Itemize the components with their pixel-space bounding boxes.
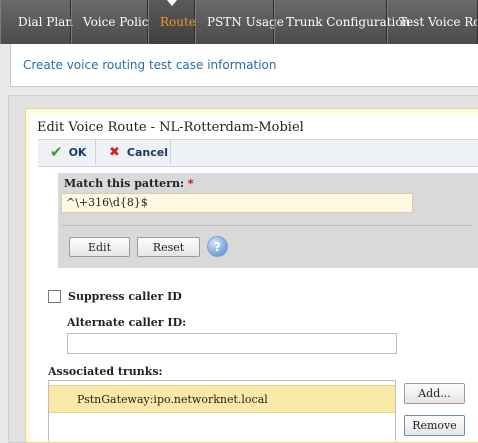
pattern-label: Match this pattern: * [64, 177, 194, 190]
ok-button[interactable]: ✔ OK [38, 140, 96, 164]
tab-voice-policy[interactable]: Voice Policy [71, 0, 155, 44]
remove-trunk-button[interactable]: Remove [404, 415, 465, 436]
dialog-title: Edit Voice Route - NL-Rotterdam-Mobiel [37, 120, 304, 135]
tab-trunk-configuration[interactable]: Trunk Configuration [274, 0, 410, 44]
tab-test-voice-routing[interactable]: Test Voice Routing [387, 0, 478, 44]
cancel-label: Cancel [126, 145, 168, 159]
cancel-button[interactable]: ✖ Cancel [97, 140, 171, 164]
add-trunk-button[interactable]: Add... [404, 383, 465, 404]
suppress-caller-id-label: Suppress caller ID [68, 290, 182, 303]
required-marker: * [187, 177, 194, 190]
create-test-case-link[interactable]: Create voice routing test case informati… [23, 58, 276, 72]
divider [62, 225, 472, 226]
alternate-caller-id-label: Alternate caller ID: [67, 316, 187, 329]
help-icon[interactable]: ? [207, 236, 228, 257]
tab-route[interactable]: Route [148, 0, 196, 44]
pattern-label-text: Match this pattern: [64, 177, 185, 190]
alternate-caller-id-field[interactable] [67, 333, 397, 354]
associated-trunks-label: Associated trunks: [48, 365, 163, 378]
edit-button[interactable]: Edit [69, 237, 130, 257]
x-icon: ✖ [109, 144, 120, 160]
ok-label: OK [68, 145, 87, 159]
pattern-field[interactable]: ^\+316\d{8}$ [61, 193, 413, 213]
top-nav: Dial Plan Voice Policy Route PSTN Usage … [0, 0, 478, 44]
suppress-caller-id-checkbox[interactable] [48, 290, 61, 303]
tab-pstn-usage[interactable]: PSTN Usage [195, 0, 284, 44]
tab-dial-plan[interactable]: Dial Plan [0, 0, 73, 44]
reset-button[interactable]: Reset [137, 237, 200, 257]
list-item[interactable]: PstnGateway:ipo.networknet.local [49, 385, 395, 413]
check-icon: ✔ [50, 143, 63, 161]
info-bar: Create voice routing test case informati… [10, 44, 478, 87]
